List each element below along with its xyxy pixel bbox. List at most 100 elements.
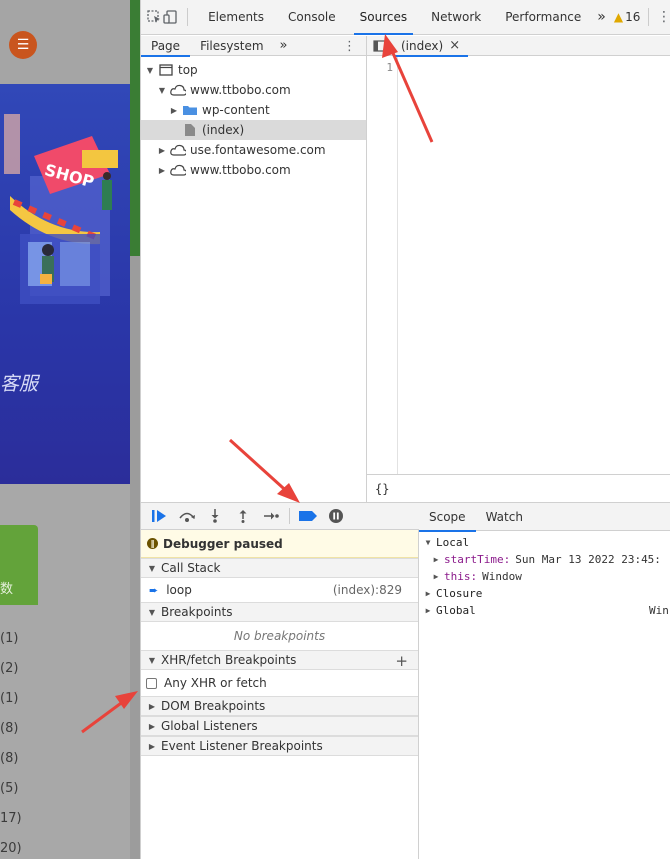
tree-item-domain[interactable]: ▶ use.fontawesome.com bbox=[141, 140, 366, 160]
tree-item-top[interactable]: ▼ top bbox=[141, 60, 366, 80]
resume-icon[interactable] bbox=[149, 506, 169, 526]
caret-right-icon: ▶ bbox=[158, 145, 166, 155]
tab-performance[interactable]: Performance bbox=[493, 0, 593, 35]
toolbar-divider bbox=[289, 508, 290, 524]
tree-item-domain[interactable]: ▼ www.ttbobo.com bbox=[141, 80, 366, 100]
property-key: startTime: bbox=[444, 553, 511, 566]
navigator-more-button[interactable]: » bbox=[274, 36, 294, 56]
tab-network[interactable]: Network bbox=[419, 0, 493, 35]
dom-breakpoints-header[interactable]: ▶ DOM Breakpoints bbox=[141, 696, 418, 716]
kebab-menu-icon[interactable]: ⋮ bbox=[657, 9, 670, 25]
pretty-print-button[interactable]: {} bbox=[375, 482, 389, 496]
tab-filesystem[interactable]: Filesystem bbox=[190, 36, 273, 56]
kebab-menu-icon[interactable]: ⋮ bbox=[343, 39, 356, 54]
device-toolbar-icon[interactable] bbox=[163, 9, 179, 25]
close-icon[interactable]: × bbox=[449, 38, 460, 53]
tab-page[interactable]: Page bbox=[141, 36, 191, 57]
category-count[interactable]: (1) bbox=[0, 690, 22, 720]
toggle-navigator-icon[interactable] bbox=[367, 39, 393, 52]
warnings-count: 16 bbox=[625, 10, 641, 24]
pause-on-exceptions-icon[interactable] bbox=[326, 506, 346, 526]
tree-item-folder[interactable]: ▶ wp-content bbox=[141, 100, 366, 120]
xhr-breakpoint-item[interactable]: Any XHR or fetch bbox=[141, 670, 418, 696]
editor-file-tab-label: (index) bbox=[401, 38, 444, 53]
scope-local[interactable]: ▼ Local bbox=[419, 534, 670, 551]
caret-right-icon: ▶ bbox=[148, 701, 156, 711]
devtools-window: Elements Console Sources Network Perform… bbox=[140, 0, 670, 859]
tab-watch[interactable]: Watch bbox=[476, 503, 533, 531]
tree-item-label: (index) bbox=[202, 123, 245, 137]
inspect-element-icon[interactable] bbox=[145, 9, 163, 25]
editor-panel: (index) × 1 {} bbox=[367, 36, 670, 502]
current-frame-icon: ➨ bbox=[149, 583, 159, 597]
file-tree: ▼ top ▼ www.ttbobo.com ▶ wp-content (ind… bbox=[141, 56, 366, 180]
tab-console[interactable]: Console bbox=[276, 0, 348, 35]
deactivate-breakpoints-icon[interactable] bbox=[298, 506, 318, 526]
cloud-icon bbox=[170, 83, 186, 97]
scope-property[interactable]: ▶ this: Window bbox=[419, 568, 670, 585]
caret-right-icon: ▶ bbox=[433, 555, 439, 564]
line-gutter: 1 bbox=[367, 57, 398, 474]
no-breakpoints-message: No breakpoints bbox=[233, 629, 326, 643]
section-title: Event Listener Breakpoints bbox=[161, 739, 323, 753]
warnings-badge[interactable]: ▲ 16 bbox=[614, 10, 641, 24]
xhr-breakpoint-label: Any XHR or fetch bbox=[164, 676, 267, 690]
tree-item-label: www.ttbobo.com bbox=[190, 163, 291, 177]
step-over-icon[interactable] bbox=[177, 506, 197, 526]
category-count[interactable]: (8) bbox=[0, 720, 22, 750]
navigator-tabbar: Page Filesystem » ⋮ bbox=[141, 36, 366, 57]
caret-right-icon: ▶ bbox=[425, 606, 431, 615]
line-number: 1 bbox=[386, 61, 393, 74]
more-tabs-button[interactable]: » bbox=[593, 0, 610, 35]
category-count[interactable]: (2) bbox=[0, 660, 22, 690]
category-count[interactable]: 20) bbox=[0, 840, 22, 859]
frame-icon bbox=[158, 63, 174, 77]
step-into-icon[interactable] bbox=[205, 506, 225, 526]
call-frame-location[interactable]: (index):829 bbox=[333, 583, 402, 597]
category-count[interactable]: (8) bbox=[0, 750, 22, 780]
tree-item-domain[interactable]: ▶ www.ttbobo.com bbox=[141, 160, 366, 180]
folder-icon bbox=[182, 103, 198, 117]
caret-down-icon: ▼ bbox=[148, 563, 156, 573]
step-out-icon[interactable] bbox=[233, 506, 253, 526]
green-panel-text: 数 bbox=[0, 582, 14, 597]
breakpoints-header[interactable]: ▼ Breakpoints bbox=[141, 602, 418, 622]
scope-closure[interactable]: ▶ Closure bbox=[419, 585, 670, 602]
category-count[interactable]: 17) bbox=[0, 810, 22, 840]
call-stack-header[interactable]: ▼ Call Stack bbox=[141, 558, 418, 578]
scope-property[interactable]: ▶ startTime: Sun Mar 13 2022 23:45: bbox=[419, 551, 670, 568]
category-count[interactable]: (1) bbox=[0, 630, 22, 660]
section-title: Call Stack bbox=[161, 561, 221, 575]
call-frame-name: loop bbox=[166, 583, 192, 597]
caret-right-icon: ▶ bbox=[170, 105, 178, 115]
property-value: Window bbox=[482, 570, 522, 583]
toolbar-divider bbox=[648, 8, 649, 26]
tree-item-label: use.fontawesome.com bbox=[190, 143, 326, 157]
step-icon[interactable] bbox=[261, 506, 281, 526]
xhr-breakpoints-header[interactable]: ▼ XHR/fetch Breakpoints + bbox=[141, 650, 418, 670]
shop-illustration: SHOP bbox=[4, 114, 118, 304]
global-listeners-header[interactable]: ▶ Global Listeners bbox=[141, 716, 418, 736]
scope-label: Closure bbox=[436, 587, 483, 600]
menu-icon[interactable]: ☰ bbox=[9, 31, 37, 59]
tab-elements[interactable]: Elements bbox=[196, 0, 276, 35]
scope-global[interactable]: ▶ Global Win bbox=[419, 602, 670, 619]
editor-file-tab[interactable]: (index) × bbox=[393, 36, 469, 57]
xhr-checkbox[interactable] bbox=[146, 677, 157, 689]
category-count[interactable]: (5) bbox=[0, 780, 22, 810]
add-icon[interactable]: + bbox=[395, 652, 408, 670]
tab-scope[interactable]: Scope bbox=[419, 503, 476, 532]
toolbar-divider bbox=[187, 8, 189, 26]
debugger-sidebar: ‖ Debugger paused ▼ Call Stack ➨ loop (i… bbox=[141, 530, 419, 859]
tab-sources[interactable]: Sources bbox=[348, 0, 419, 35]
devtools-tabbar: Elements Console Sources Network Perform… bbox=[141, 0, 670, 35]
event-listener-breakpoints-header[interactable]: ▶ Event Listener Breakpoints bbox=[141, 736, 418, 756]
tree-item-file[interactable]: (index) bbox=[141, 120, 366, 140]
property-key: this: bbox=[444, 570, 478, 583]
page-edge-strip bbox=[130, 0, 140, 256]
caret-right-icon: ▶ bbox=[158, 165, 166, 175]
call-frame[interactable]: ➨ loop (index):829 bbox=[141, 578, 418, 602]
webpage-header: ☰ bbox=[0, 0, 130, 84]
scope-label: Local bbox=[436, 536, 470, 549]
section-title: DOM Breakpoints bbox=[161, 699, 266, 713]
